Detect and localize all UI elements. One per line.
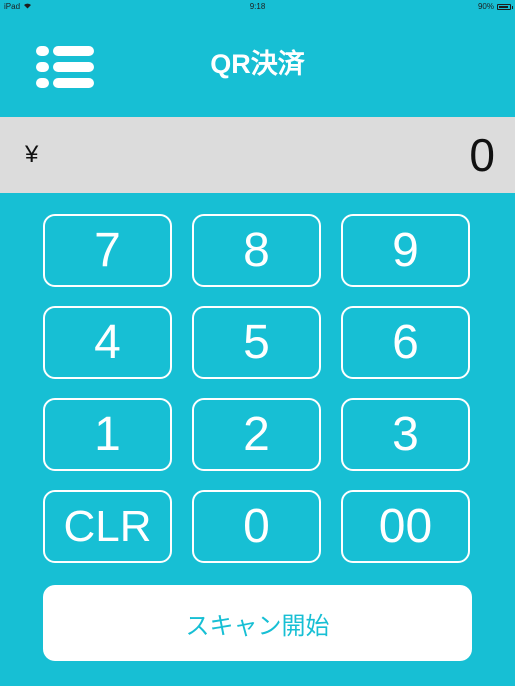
status-time: 9:18 bbox=[249, 2, 266, 11]
key-8[interactable]: 8 bbox=[192, 214, 321, 287]
key-2[interactable]: 2 bbox=[192, 398, 321, 471]
status-bar: iPad 9:18 90% bbox=[0, 0, 515, 14]
status-right: 90% bbox=[477, 0, 513, 14]
page-title: QR決済 bbox=[210, 49, 305, 79]
key-7[interactable]: 7 bbox=[43, 214, 172, 287]
key-00[interactable]: 00 bbox=[341, 490, 470, 563]
key-5[interactable]: 5 bbox=[192, 306, 321, 379]
amount-display: ¥ 0 bbox=[0, 117, 515, 193]
key-1[interactable]: 1 bbox=[43, 398, 172, 471]
key-4[interactable]: 4 bbox=[43, 306, 172, 379]
key-0[interactable]: 0 bbox=[192, 490, 321, 563]
battery-percent: 90% bbox=[477, 2, 494, 11]
amount-value: 0 bbox=[469, 129, 495, 181]
nav-bar: QR決済 bbox=[0, 14, 515, 116]
start-scan-button[interactable]: スキャン開始 bbox=[43, 585, 472, 661]
currency-symbol: ¥ bbox=[25, 141, 39, 168]
battery-icon bbox=[497, 4, 513, 10]
key-3[interactable]: 3 bbox=[341, 398, 470, 471]
key-9[interactable]: 9 bbox=[341, 214, 470, 287]
key-6[interactable]: 6 bbox=[341, 306, 470, 379]
battery-fill bbox=[499, 6, 508, 8]
clear-button[interactable]: CLR bbox=[43, 490, 172, 563]
